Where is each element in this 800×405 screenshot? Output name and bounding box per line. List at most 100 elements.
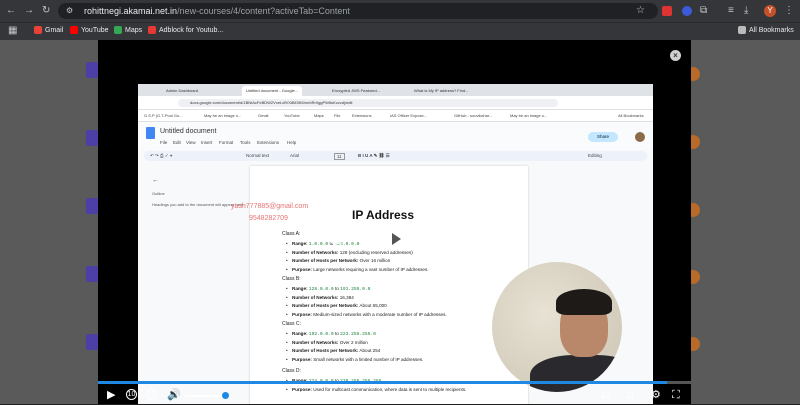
bookmark-maps[interactable]: Maps xyxy=(114,26,142,34)
text-format-icons: B I U A ✎ ⛓ ☰ xyxy=(358,153,390,158)
extension-icon[interactable] xyxy=(682,6,692,16)
inner-bookmark: Maps xyxy=(314,113,324,118)
bookmark-star-icon[interactable]: ☆ xyxy=(636,5,645,17)
item-key: Number of Hosts per Network: xyxy=(292,303,359,309)
time-display: 01:04:51/01:07:27 xyxy=(266,390,331,399)
item-value: Large networks requiring a vast number o… xyxy=(313,266,429,272)
item-value: About 65,000 xyxy=(359,303,387,309)
url-path: /new-courses/4/content?activeTab=Content xyxy=(177,6,350,16)
item-value: Over 2 million xyxy=(339,339,368,345)
inner-bookmark: YouTube xyxy=(284,113,300,118)
item-key: Range: xyxy=(292,241,308,246)
settings-gear-icon[interactable]: ⚙ xyxy=(651,389,661,401)
playback-speed[interactable]: 1x xyxy=(601,389,611,401)
range-start: 128.0.0.0 xyxy=(308,287,334,292)
fullscreen-icon[interactable]: ⛶ xyxy=(672,389,680,401)
inner-bookmark: GitHub - souvikshar... xyxy=(454,113,493,118)
class-label: Class B: xyxy=(282,276,301,282)
volume-knob[interactable] xyxy=(221,392,229,399)
bookmark-adblock[interactable]: Adblock for Youtub... xyxy=(148,26,223,34)
inner-bookmark: Extensions xyxy=(352,113,372,118)
docs-share-button: Share xyxy=(588,132,618,142)
course-item-badge[interactable] xyxy=(86,130,98,146)
item-key: Purpose: xyxy=(292,356,312,362)
inner-bookmark: IAS Officer Expose... xyxy=(390,113,428,118)
skip-forward-icon[interactable]: 10 xyxy=(146,389,157,400)
inner-tab: Encrypted JWS Featured... xyxy=(332,88,381,93)
class-item: Number of Hosts per Network: About 65,00… xyxy=(286,303,387,309)
range-start: 192.0.0.0 xyxy=(308,332,334,337)
docs-header xyxy=(138,122,653,150)
font-size: 11 xyxy=(334,153,345,160)
progress-fill[interactable] xyxy=(98,381,668,384)
media-control-icon[interactable]: ≡ xyxy=(728,5,734,17)
docs-menu-file: File xyxy=(160,140,168,145)
gmail-icon xyxy=(34,26,42,34)
class-item: Number of Networks: Over 2 million xyxy=(286,339,368,345)
inner-tab-active: Untitled document - Google... xyxy=(242,86,303,96)
inner-tab: Admin Dashboard xyxy=(166,88,199,93)
profile-avatar[interactable]: Y xyxy=(764,5,776,17)
play-icon[interactable]: ▶ xyxy=(107,389,115,401)
course-item-badge[interactable] xyxy=(86,62,98,78)
watermark-email: yash777885@gmail.com xyxy=(231,203,309,210)
class-item: Number of Hosts per Network: About 254 xyxy=(286,348,381,354)
adblock-icon xyxy=(148,26,156,34)
item-key: Number of Networks: xyxy=(292,249,339,255)
range-end: 191.255.0.0 xyxy=(340,287,371,292)
all-bookmarks[interactable]: All Bookmarks xyxy=(738,26,794,34)
docs-menu-edit: Edit xyxy=(173,140,181,145)
class-item: Number of Hosts per Network: Over 16 mil… xyxy=(286,258,390,263)
docs-menu-insert: Insert xyxy=(201,140,213,145)
inner-bookmark: All Bookmarks xyxy=(618,113,644,118)
bookmark-gmail[interactable]: Gmail xyxy=(34,26,63,34)
url-host: rohittnegi.akamai.net.in xyxy=(84,6,178,16)
skip-back-icon[interactable]: 10 xyxy=(126,389,137,400)
fast-forward-icon[interactable]: ▶▶ xyxy=(446,231,461,248)
rewind-icon[interactable]: ◀◀ xyxy=(326,231,341,248)
inner-bookmark: May be an image o... xyxy=(204,113,242,118)
close-icon[interactable]: × xyxy=(670,50,681,61)
extension-icon[interactable] xyxy=(662,6,672,16)
reload-icon[interactable]: ↻ xyxy=(42,5,50,17)
class-item: Range: 128.0.0.0 to 191.255.0.0 xyxy=(286,286,371,292)
docs-format-toolbar xyxy=(144,151,647,161)
class-item: Purpose: Large networks requiring a vast… xyxy=(286,266,429,272)
menu-kebab-icon[interactable]: ⋮ xyxy=(784,5,794,17)
site-info-icon[interactable]: ⚙ xyxy=(66,5,73,17)
play-button[interactable] xyxy=(383,227,407,251)
presenter-hair xyxy=(556,289,612,315)
docs-menu-help: Help xyxy=(287,140,297,145)
docs-menu-extensions: Extensions xyxy=(257,140,280,145)
volume-fill[interactable] xyxy=(185,395,225,397)
item-value: 16,384 xyxy=(339,294,354,300)
url-text[interactable]: rohittnegi.akamai.net.in/new-courses/4/c… xyxy=(84,6,350,16)
class-label: Class A: xyxy=(282,231,301,237)
forward-icon[interactable]: → xyxy=(24,5,34,17)
item-key: Number of Hosts per Network: xyxy=(292,348,359,354)
volume-icon[interactable]: 🔊 xyxy=(167,389,181,401)
course-item-badge[interactable] xyxy=(86,266,98,282)
inner-url: docs.google.com/document/d/1BNIAcFeBDW2V… xyxy=(178,99,558,107)
item-value: Medium-sized networks with a moderate nu… xyxy=(313,311,447,317)
item-key: Range: xyxy=(292,286,308,291)
captions-icon[interactable]: ⊡ xyxy=(626,389,634,401)
class-item: Purpose: Small networks with a limited n… xyxy=(286,356,423,362)
bookmark-youtube[interactable]: YouTube xyxy=(70,26,109,34)
outline-panel xyxy=(138,164,248,404)
style-select: Normal text xyxy=(246,153,270,158)
course-item-badge[interactable] xyxy=(86,334,98,350)
class-item: Purpose: Medium-sized networks with a mo… xyxy=(286,311,447,317)
inner-bookmark: File xyxy=(334,113,341,118)
apps-grid-icon[interactable]: ▦ xyxy=(8,25,17,37)
download-icon[interactable]: ⤓ xyxy=(744,5,748,17)
item-value: 128 (excluding reserved addresses) xyxy=(339,249,413,255)
docs-menu-format: Format xyxy=(219,140,234,145)
course-item-badge[interactable] xyxy=(86,198,98,214)
class-item: Range: 192.0.0.0 to 223.255.255.0 xyxy=(286,331,376,337)
extensions-puzzle-icon[interactable]: ⧉ xyxy=(700,5,707,17)
youtube-icon xyxy=(70,26,78,34)
item-value: About 254 xyxy=(359,348,381,354)
back-icon[interactable]: ← xyxy=(6,5,16,17)
undo-icon: ↶ ↷ ⎙ ✓ ⌖ xyxy=(150,153,173,158)
